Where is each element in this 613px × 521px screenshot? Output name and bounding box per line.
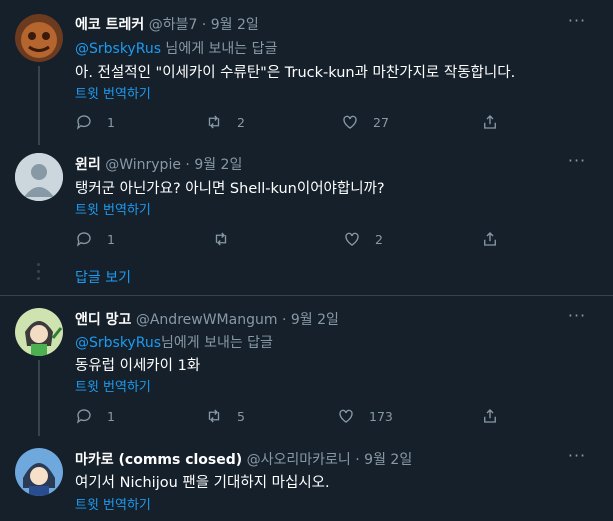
share-button[interactable] [481,229,513,249]
share-button[interactable] [481,406,513,426]
more-icon[interactable]: ··· [567,153,587,176]
reply-icon [76,115,91,130]
share-button[interactable] [481,112,513,132]
reply-suffix: 님에게 보내는 답글 [160,41,278,57]
tweet-actions: 1 2 27 [75,112,505,132]
tweet-2[interactable]: 윈리 @Winrypie · 9월 2일 ··· 탱커군 아닌가요? 아니면 S… [0,145,613,295]
tweet-header: 에코 트레커 @하블7 · 9월 2일 [75,14,259,34]
reply-count: 1 [107,231,115,247]
tweet-header: 앤디 망고 @AndrewWMangum · 9월 2일 [75,309,339,329]
retweet-icon [215,232,227,246]
heart-icon [339,409,353,423]
heart-icon [345,232,359,246]
timestamp[interactable]: 9월 2일 [211,17,259,33]
thread-line [38,360,40,436]
tweet-4[interactable]: 마카로 (comms closed) @사오리마카로니 · 9월 2일 ··· … [0,436,613,521]
avatar[interactable] [15,308,63,356]
display-name[interactable]: 에코 트레커 [75,17,144,33]
timestamp[interactable]: 9월 2일 [364,452,412,468]
show-replies-link[interactable]: 답글 보기 [75,267,131,287]
avatar[interactable] [15,448,63,496]
retweet-button[interactable] [212,229,244,249]
thread-line [38,66,40,145]
retweet-icon [208,115,220,129]
more-icon[interactable]: ··· [567,448,587,471]
retweet-count: 2 [237,114,245,130]
handle[interactable]: @하블7 [149,17,198,33]
retweet-icon [208,409,220,423]
like-count: 2 [375,231,383,247]
tweet-text: 여기서 Nichijou 팬을 기대하지 마십시오. [75,475,330,491]
reply-mention-link[interactable]: @SrbskyRus [75,41,161,57]
retweet-button[interactable]: 5 [205,406,245,426]
avatar[interactable] [15,153,63,201]
reply-suffix: 님에게 보내는 답글 [160,335,273,351]
reply-button[interactable]: 1 [75,112,115,132]
tweet-1[interactable]: 에코 트레커 @하블7 · 9월 2일 ··· @SrbskyRus 님에게 보… [0,0,613,145]
reply-mention-link[interactable]: @SrbskyRus [75,335,161,351]
translate-link[interactable]: 트윗 번역하기 [75,494,151,513]
thread-dots [37,263,40,284]
translate-link[interactable]: 트윗 번역하기 [75,199,151,218]
tweet-text: 동유럽 이세카이 1화 [75,358,201,374]
reply-to: @SrbskyRus 님에게 보내는 답글 [75,38,277,58]
like-count: 173 [369,408,393,424]
timestamp[interactable]: 9월 2일 [291,312,339,328]
tweet-text: 아. 전설적인 "이세카이 수류탄"은 Truck-kun과 마찬가지로 작동합… [75,65,516,81]
separator: · [281,312,287,328]
display-name[interactable]: 윈리 [75,157,101,173]
separator: · [355,452,360,468]
share-icon [484,409,496,423]
reply-button[interactable]: 1 [75,229,115,249]
separator: · [201,17,207,33]
handle[interactable]: @사오리마카로니 [247,452,351,468]
more-icon[interactable]: ··· [567,13,587,36]
reply-icon [76,232,91,247]
translate-link[interactable]: 트윗 번역하기 [75,83,151,102]
retweet-count: 5 [237,408,245,424]
tweet-3[interactable]: 앤디 망고 @AndrewWMangum · 9월 2일 ··· @Srbsky… [0,296,613,436]
more-icon[interactable]: ··· [567,308,587,331]
share-icon [484,115,496,129]
tweet-actions: 1 5 173 [75,406,505,426]
handle[interactable]: @Winrypie [105,157,181,173]
retweet-button[interactable]: 2 [205,112,245,132]
translate-link[interactable]: 트윗 번역하기 [75,376,151,395]
reply-icon [76,409,91,424]
separator: · [185,157,190,173]
tweet-header: 마카로 (comms closed) @사오리마카로니 · 9월 2일 [75,449,412,469]
timestamp[interactable]: 9월 2일 [194,157,242,173]
avatar[interactable] [15,14,63,62]
display-name[interactable]: 마카로 (comms closed) [75,452,242,468]
like-count: 27 [373,114,389,130]
reply-button[interactable]: 1 [75,406,115,426]
reply-to: @SrbskyRus님에게 보내는 답글 [75,332,273,352]
tweet-text: 탱커군 아닌가요? 아니면 Shell-kun이어야합니까? [75,181,385,197]
like-button[interactable]: 27 [341,112,389,132]
tweet-header: 윈리 @Winrypie · 9월 2일 [75,154,242,174]
handle[interactable]: @AndrewWMangum [136,312,278,328]
like-button[interactable]: 2 [343,229,383,249]
like-button[interactable]: 173 [337,406,393,426]
reply-count: 1 [107,408,115,424]
tweet-actions: 1 2 [75,229,505,249]
share-icon [484,232,496,246]
heart-icon [343,115,357,129]
reply-count: 1 [107,114,115,130]
display-name[interactable]: 앤디 망고 [75,312,131,328]
